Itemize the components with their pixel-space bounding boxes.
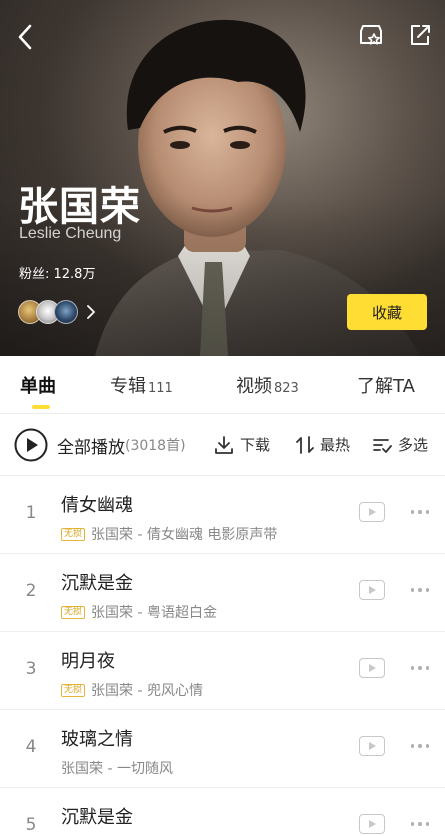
song-index: 5	[25, 815, 37, 835]
song-subtitle: 无损 张国荣 - 倩女幽魂 电影原声带	[61, 524, 277, 544]
play-video-icon	[369, 586, 376, 594]
song-title: 沉默是金	[61, 573, 133, 594]
song-action-bar: 全部播放 (3018首) 下载 最热 多选	[0, 414, 445, 476]
more-dots-icon	[410, 510, 430, 514]
mv-button[interactable]	[359, 736, 385, 756]
song-artist-album: 张国荣 - 兜风心情	[91, 683, 203, 699]
song-row[interactable]: 5 沉默是金	[0, 788, 445, 836]
mv-button[interactable]	[359, 502, 385, 522]
song-artist-album: 张国荣 - 粤语超白金	[91, 605, 217, 621]
fan-count: 粉丝: 12.8万	[19, 267, 96, 282]
chevron-right-icon	[86, 305, 95, 319]
play-circle-icon	[14, 428, 48, 462]
artist-name: 张国荣	[18, 184, 141, 230]
download-icon	[215, 435, 233, 454]
play-video-icon	[369, 664, 376, 672]
artist-english-name: Leslie Cheung	[19, 225, 122, 242]
more-dots-icon	[410, 822, 430, 826]
more-dots-icon	[410, 666, 430, 670]
mv-button[interactable]	[359, 580, 385, 600]
multi-select-icon	[373, 438, 392, 453]
star-badge-icon	[360, 25, 382, 45]
share-icon	[411, 25, 430, 45]
lossless-badge: 无损	[61, 683, 86, 697]
collect-button[interactable]: 收藏	[347, 294, 427, 330]
artist-header: 张国荣 Leslie Cheung 粉丝: 12.8万 收藏	[0, 0, 445, 356]
song-artist-album: 张国荣 - 倩女幽魂 电影原声带	[91, 527, 278, 543]
song-title: 玻璃之情	[61, 729, 133, 750]
song-index: 3	[25, 659, 37, 679]
multi-select-label: 多选	[398, 436, 429, 454]
fan-avatars[interactable]	[18, 299, 95, 325]
tab-about[interactable]: 了解TA	[357, 372, 415, 398]
fan-avatar	[54, 300, 78, 324]
tab-bar: 单曲 专辑 111 视频 823 了解TA	[0, 356, 445, 414]
multi-select-button[interactable]: 多选	[372, 434, 428, 455]
song-subtitle: 无损 张国荣 - 兜风心情	[61, 680, 203, 700]
more-options-button[interactable]	[406, 579, 434, 601]
sort-label: 最热	[320, 436, 351, 454]
play-video-icon	[369, 508, 376, 516]
song-row[interactable]: 3 明月夜 无损 张国荣 - 兜风心情	[0, 632, 445, 710]
play-all-button[interactable]: 全部播放 (3018首)	[14, 428, 186, 462]
song-index: 1	[25, 503, 37, 523]
back-button[interactable]	[10, 20, 40, 54]
download-label: 下载	[240, 436, 271, 454]
more-dots-icon	[410, 744, 430, 748]
favorite-artist-button[interactable]	[356, 19, 386, 51]
tab-label: 视频	[236, 376, 272, 397]
more-options-button[interactable]	[406, 657, 434, 679]
song-subtitle: 无损 张国荣 - 粤语超白金	[61, 602, 217, 622]
song-row[interactable]: 4 玻璃之情 张国荣 - 一切随风	[0, 710, 445, 788]
tab-label: 了解TA	[357, 376, 415, 397]
active-tab-indicator	[32, 405, 50, 409]
sort-button[interactable]: 最热	[296, 434, 350, 455]
tab-albums[interactable]: 专辑 111	[110, 372, 173, 398]
song-artist-album: 张国荣 - 一切随风	[61, 761, 173, 777]
back-arrow-icon	[18, 24, 32, 50]
song-title: 倩女幽魂	[61, 495, 133, 516]
song-count: (3018首)	[125, 438, 186, 454]
tab-count: 111	[148, 381, 173, 396]
mv-button[interactable]	[359, 658, 385, 678]
lossless-badge: 无损	[61, 527, 86, 541]
mv-button[interactable]	[359, 814, 385, 834]
play-video-icon	[369, 820, 376, 828]
song-index: 4	[25, 737, 37, 757]
share-button[interactable]	[405, 19, 435, 51]
song-index: 2	[25, 581, 37, 601]
tab-label: 专辑	[110, 376, 146, 397]
play-video-icon	[369, 742, 376, 750]
tab-videos[interactable]: 视频 823	[236, 372, 299, 398]
tab-label: 单曲	[20, 376, 56, 397]
more-dots-icon	[410, 588, 430, 592]
more-options-button[interactable]	[406, 735, 434, 757]
lossless-badge: 无损	[61, 605, 86, 619]
tab-singles[interactable]: 单曲	[20, 372, 56, 398]
play-all-label: 全部播放	[57, 437, 125, 458]
more-options-button[interactable]	[406, 501, 434, 523]
more-options-button[interactable]	[406, 813, 434, 835]
song-title: 明月夜	[61, 651, 115, 672]
song-row[interactable]: 1 倩女幽魂 无损 张国荣 - 倩女幽魂 电影原声带	[0, 476, 445, 554]
sort-icon	[296, 435, 314, 454]
song-title: 沉默是金	[61, 807, 133, 828]
tab-count: 823	[274, 381, 299, 396]
download-button[interactable]: 下载	[214, 434, 270, 455]
song-subtitle: 张国荣 - 一切随风	[61, 758, 173, 778]
song-row[interactable]: 2 沉默是金 无损 张国荣 - 粤语超白金	[0, 554, 445, 632]
